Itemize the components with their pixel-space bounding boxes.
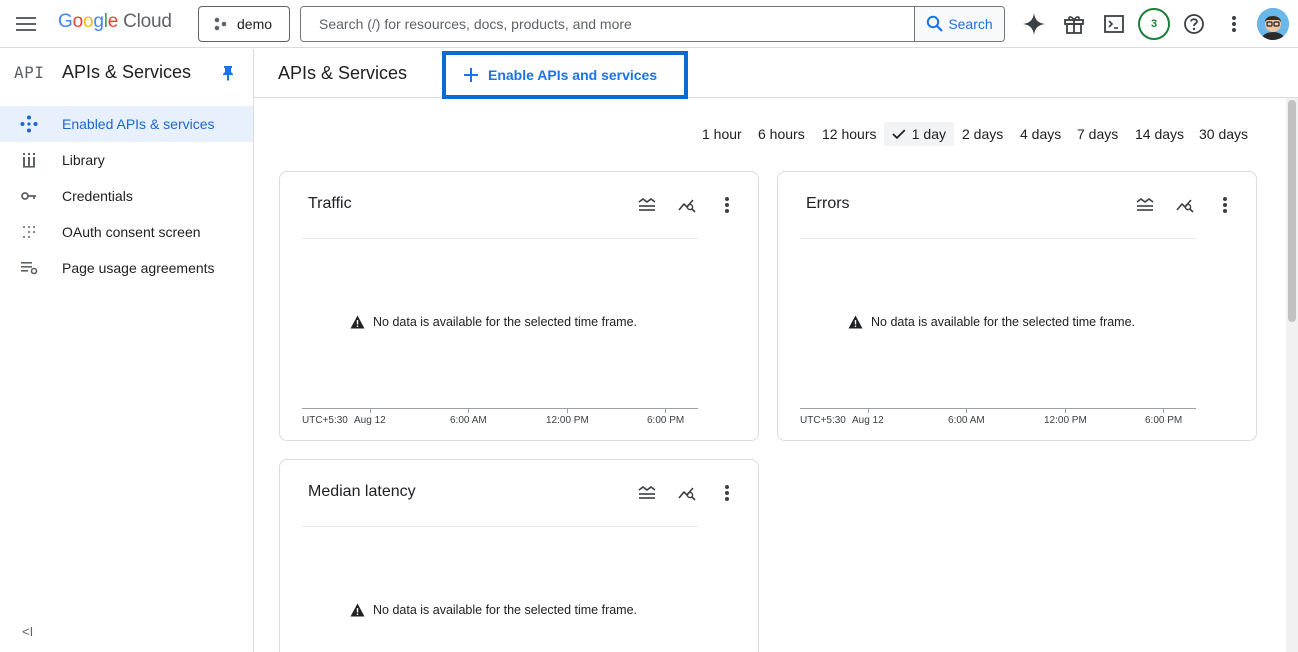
collapse-sidebar-button[interactable]: <I xyxy=(22,624,33,639)
page-title: APIs & Services xyxy=(278,63,408,83)
axis-tick xyxy=(370,408,371,413)
card-more-vert-icon[interactable] xyxy=(716,482,738,504)
card-more-vert-icon[interactable] xyxy=(716,194,738,216)
warning-icon xyxy=(350,603,365,617)
explore-metrics-icon[interactable] xyxy=(676,482,698,504)
legend-toggle-icon[interactable] xyxy=(1134,194,1156,216)
no-data-message: No data is available for the selected ti… xyxy=(350,603,637,617)
axis-tick xyxy=(468,408,469,413)
top-bar: GoogleCloud demo Search 3 xyxy=(0,0,1298,48)
warning-icon xyxy=(350,315,365,329)
range-1-day[interactable]: 1 day xyxy=(884,122,954,146)
more-vert-icon[interactable] xyxy=(1220,10,1248,38)
axis-tick xyxy=(665,408,666,413)
library-grid-icon xyxy=(20,151,38,169)
sidebar-item-oauth-consent[interactable]: OAuth consent screen xyxy=(0,214,253,250)
axis-label: 6:00 PM xyxy=(1145,415,1183,426)
axis-label: Aug 12 xyxy=(354,415,386,426)
card-title: Errors xyxy=(806,195,850,212)
main-header: APIs & Services Enable APIs and services xyxy=(254,49,1298,99)
no-data-message: No data is available for the selected ti… xyxy=(848,315,1135,329)
card-divider xyxy=(800,238,1196,239)
axis-label: 12:00 PM xyxy=(546,415,589,426)
card-title: Median latency xyxy=(308,483,416,500)
axis-tick xyxy=(966,408,967,413)
sidebar-item-library[interactable]: Library xyxy=(0,142,253,178)
project-nodes-icon xyxy=(214,17,227,31)
search-button[interactable]: Search xyxy=(914,7,1004,41)
scrollbar-thumb[interactable] xyxy=(1288,100,1296,322)
legend-toggle-icon[interactable] xyxy=(636,482,658,504)
axis-label: Aug 12 xyxy=(852,415,884,426)
sidebar-header: API APIs & Services xyxy=(0,49,253,97)
range-6-hours[interactable]: 6 hours xyxy=(750,122,813,146)
main-scrollbar[interactable] xyxy=(1286,98,1298,652)
cloud-shell-terminal-icon[interactable] xyxy=(1100,10,1128,38)
range-14-days[interactable]: 14 days xyxy=(1127,122,1192,146)
legend-toggle-icon[interactable] xyxy=(636,194,658,216)
axis-timezone: UTC+5:30 xyxy=(800,415,846,426)
google-cloud-logo[interactable]: Google Cloud xyxy=(58,11,172,33)
help-icon[interactable] xyxy=(1180,10,1208,38)
axis-label: 6:00 AM xyxy=(948,415,985,426)
search-icon xyxy=(927,15,944,32)
consent-dots-icon xyxy=(20,223,38,241)
card-title: Traffic xyxy=(308,195,352,212)
errors-card: Errors No data is available for the sele… xyxy=(777,171,1257,441)
axis-tick xyxy=(1065,408,1066,413)
project-name: demo xyxy=(237,16,273,32)
card-more-vert-icon[interactable] xyxy=(1214,194,1236,216)
user-avatar[interactable] xyxy=(1257,8,1289,40)
search-input[interactable] xyxy=(301,7,914,41)
key-icon xyxy=(20,187,38,205)
range-1-hour[interactable]: 1 hour xyxy=(694,122,750,146)
sidebar-title: APIs & Services xyxy=(62,62,192,82)
range-30-days[interactable]: 30 days xyxy=(1191,122,1256,146)
list-settings-icon xyxy=(20,259,38,277)
diamond-dots-icon xyxy=(20,115,38,133)
sidebar: API APIs & Services Enabled APIs & servi… xyxy=(0,49,254,652)
axis-label: 12:00 PM xyxy=(1044,415,1087,426)
check-icon xyxy=(892,129,906,140)
axis-tick xyxy=(1163,408,1164,413)
api-logo-icon: API xyxy=(14,63,45,82)
x-axis xyxy=(800,408,1196,409)
axis-tick xyxy=(868,408,869,413)
warning-icon xyxy=(848,315,863,329)
range-12-hours[interactable]: 12 hours xyxy=(814,122,884,146)
card-divider xyxy=(302,238,698,239)
gift-icon[interactable] xyxy=(1060,10,1088,38)
sidebar-item-page-usage[interactable]: Page usage agreements xyxy=(0,250,253,286)
median-latency-card: Median latency No data is available for … xyxy=(279,459,759,652)
axis-tick xyxy=(567,408,568,413)
range-4-days[interactable]: 4 days xyxy=(1012,122,1069,146)
gemini-sparkle-icon[interactable] xyxy=(1020,10,1048,38)
enable-apis-button[interactable]: Enable APIs and services xyxy=(442,51,688,99)
explore-metrics-icon[interactable] xyxy=(1174,194,1196,216)
x-axis xyxy=(302,408,698,409)
sidebar-item-enabled-apis[interactable]: Enabled APIs & services xyxy=(0,106,253,142)
search-bar: Search xyxy=(300,6,1005,42)
sidebar-item-credentials[interactable]: Credentials xyxy=(0,178,253,214)
project-picker-button[interactable]: demo xyxy=(198,6,290,42)
axis-label: 6:00 AM xyxy=(450,415,487,426)
no-data-message: No data is available for the selected ti… xyxy=(350,315,637,329)
card-divider xyxy=(302,526,698,527)
range-7-days[interactable]: 7 days xyxy=(1069,122,1126,146)
axis-timezone: UTC+5:30 xyxy=(302,415,348,426)
traffic-card: Traffic No data is available for the sel… xyxy=(279,171,759,441)
notifications-badge[interactable]: 3 xyxy=(1138,8,1170,40)
plus-icon xyxy=(464,68,478,82)
pin-icon[interactable] xyxy=(221,65,235,86)
range-2-days[interactable]: 2 days xyxy=(954,122,1011,146)
main-menu-icon[interactable] xyxy=(12,10,40,38)
explore-metrics-icon[interactable] xyxy=(676,194,698,216)
axis-label: 6:00 PM xyxy=(647,415,685,426)
